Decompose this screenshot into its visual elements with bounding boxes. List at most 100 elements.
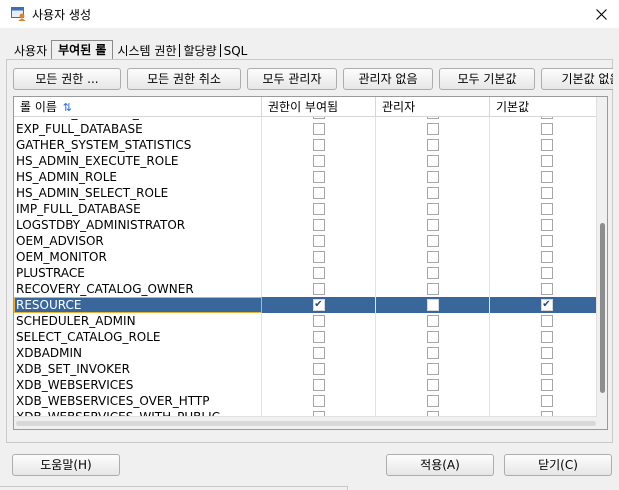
table-row[interactable]: HS_ADMIN_ROLE (14, 169, 607, 185)
default-checkbox[interactable] (540, 219, 553, 231)
admin-checkbox[interactable] (426, 123, 439, 135)
default-cell (490, 377, 604, 393)
table-row[interactable]: LOGSTDBY_ADMINISTRATOR (14, 217, 607, 233)
column-role-name[interactable]: 롤 이름 ⇅ (14, 97, 262, 117)
tab-sql[interactable]: SQL (222, 42, 250, 60)
default-checkbox[interactable] (540, 331, 553, 343)
admin-checkbox[interactable] (426, 187, 439, 199)
granted-checkbox[interactable] (312, 267, 325, 279)
admin-checkbox[interactable] (426, 171, 439, 183)
close-dialog-button[interactable]: 닫기(C) (504, 454, 612, 476)
default-checkbox[interactable] (540, 283, 553, 295)
tab-user[interactable]: 사용자 (12, 42, 49, 60)
default-checkbox[interactable] (540, 171, 553, 183)
table-row[interactable]: RECOVERY_CATALOG_OWNER (14, 281, 607, 297)
vertical-scrollbar[interactable] (596, 97, 607, 417)
table-row[interactable]: OEM_ADVISOR (14, 233, 607, 249)
granted-checkbox[interactable] (312, 123, 325, 135)
granted-checkbox[interactable] (312, 117, 325, 119)
horizontal-scroll-thumb[interactable] (16, 421, 596, 426)
default-checkbox[interactable] (540, 235, 553, 247)
all-default-button[interactable]: 모두 기본값 (439, 68, 535, 90)
table-row[interactable]: XDBADMIN (14, 345, 607, 361)
default-checkbox[interactable] (540, 155, 553, 167)
granted-checkbox[interactable] (312, 203, 325, 215)
default-checkbox[interactable] (540, 123, 553, 135)
granted-checkbox[interactable] (312, 347, 325, 359)
admin-checkbox[interactable] (426, 363, 439, 375)
revoke-all-button[interactable]: 모든 권한 취소 (127, 68, 241, 90)
horizontal-scrollbar[interactable] (14, 416, 607, 429)
granted-checkbox[interactable]: ✔ (312, 299, 325, 311)
column-default[interactable]: 기본값 (490, 97, 604, 117)
admin-checkbox[interactable] (426, 347, 439, 359)
granted-checkbox[interactable] (312, 219, 325, 231)
table-row[interactable]: HS_ADMIN_SELECT_ROLE (14, 185, 607, 201)
table-row[interactable]: XDB_WEBSERVICES_OVER_HTTP (14, 393, 607, 409)
admin-checkbox[interactable] (426, 251, 439, 263)
granted-checkbox[interactable] (312, 155, 325, 167)
admin-checkbox[interactable] (426, 267, 439, 279)
table-row[interactable]: OEM_MONITOR (14, 249, 607, 265)
admin-checkbox[interactable] (426, 235, 439, 247)
table-row[interactable]: IMP_FULL_DATABASE (14, 201, 607, 217)
admin-checkbox[interactable] (426, 379, 439, 391)
granted-checkbox[interactable] (312, 139, 325, 151)
granted-checkbox[interactable] (312, 187, 325, 199)
close-button[interactable] (583, 0, 619, 28)
apply-button[interactable]: 적용(A) (386, 454, 494, 476)
granted-checkbox[interactable] (312, 171, 325, 183)
admin-checkbox[interactable] (426, 219, 439, 231)
default-checkbox[interactable] (540, 203, 553, 215)
tab-system-privileges[interactable]: 시스템 권한 (115, 42, 178, 60)
default-checkbox[interactable]: ✔ (540, 299, 553, 311)
admin-checkbox[interactable] (426, 315, 439, 327)
granted-checkbox[interactable] (312, 251, 325, 263)
granted-checkbox[interactable] (312, 395, 325, 407)
table-row[interactable]: SELECT_CATALOG_ROLE (14, 329, 607, 345)
table-row[interactable]: HS_ADMIN_EXECUTE_ROLE (14, 153, 607, 169)
grant-all-button[interactable]: 모든 권한 ... (13, 68, 121, 90)
default-cell (490, 121, 604, 137)
default-checkbox[interactable] (540, 251, 553, 263)
admin-checkbox[interactable] (426, 139, 439, 151)
granted-checkbox[interactable] (312, 363, 325, 375)
admin-checkbox[interactable] (426, 283, 439, 295)
admin-checkbox[interactable] (426, 299, 439, 311)
table-row[interactable]: XDB_SET_INVOKER (14, 361, 607, 377)
table-row[interactable]: PLUSTRACE (14, 265, 607, 281)
default-checkbox[interactable] (540, 395, 553, 407)
no-default-button[interactable]: 기본값 없음 (541, 68, 613, 90)
default-checkbox[interactable] (540, 347, 553, 359)
admin-checkbox[interactable] (426, 155, 439, 167)
admin-checkbox[interactable] (426, 203, 439, 215)
tab-granted-roles[interactable]: 부여된 롤 (51, 40, 114, 60)
granted-checkbox[interactable] (312, 235, 325, 247)
default-checkbox[interactable] (540, 315, 553, 327)
table-row[interactable]: RESOURCE ✔ ✔ (14, 297, 607, 313)
default-checkbox[interactable] (540, 139, 553, 151)
default-checkbox[interactable] (540, 267, 553, 279)
granted-checkbox[interactable] (312, 379, 325, 391)
vertical-scroll-thumb[interactable] (600, 223, 605, 393)
default-checkbox[interactable] (540, 363, 553, 375)
table-row[interactable]: EXP_FULL_DATABASE (14, 121, 607, 137)
column-granted[interactable]: 권한이 부여됨 (262, 97, 376, 117)
default-checkbox[interactable] (540, 117, 553, 119)
granted-checkbox[interactable] (312, 283, 325, 295)
column-admin[interactable]: 관리자 (376, 97, 490, 117)
tab-quota[interactable]: 할당량 (181, 42, 218, 60)
table-row[interactable]: XDB_WEBSERVICES (14, 377, 607, 393)
default-checkbox[interactable] (540, 379, 553, 391)
admin-checkbox[interactable] (426, 117, 439, 119)
granted-checkbox[interactable] (312, 331, 325, 343)
all-admin-button[interactable]: 모두 관리자 (247, 68, 337, 90)
admin-checkbox[interactable] (426, 395, 439, 407)
admin-checkbox[interactable] (426, 331, 439, 343)
table-row[interactable]: GATHER_SYSTEM_STATISTICS (14, 137, 607, 153)
help-button[interactable]: 도움말(H) (12, 454, 120, 476)
no-admin-button[interactable]: 관리자 없음 (343, 68, 433, 90)
table-row[interactable]: SCHEDULER_ADMIN (14, 313, 607, 329)
granted-checkbox[interactable] (312, 315, 325, 327)
default-checkbox[interactable] (540, 187, 553, 199)
